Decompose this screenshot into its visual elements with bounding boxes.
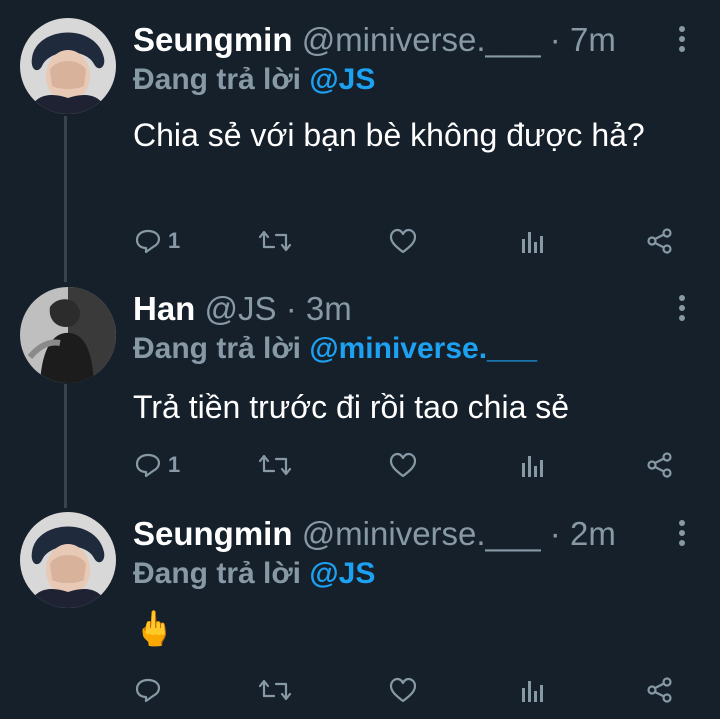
action-bar — [0, 673, 720, 707]
mention-link[interactable]: @JS — [309, 557, 375, 590]
like-button[interactable] — [388, 448, 418, 482]
separator-dot: · — [285, 290, 297, 327]
reply-count: 1 — [168, 228, 181, 253]
action-bar: 1 — [0, 448, 720, 482]
share-icon — [647, 677, 672, 703]
avatar[interactable] — [20, 512, 116, 608]
tweet[interactable]: Seungmin @miniverse.___ · 7m Đang trả lờ… — [0, 18, 720, 268]
share-icon — [647, 228, 672, 254]
like-icon — [389, 228, 417, 254]
timestamp[interactable]: 7m — [570, 21, 616, 58]
more-icon[interactable] — [678, 295, 686, 325]
display-name[interactable]: Seungmin — [133, 21, 293, 58]
timestamp[interactable]: 3m — [306, 290, 352, 327]
reply-context: Đang trả lời @JS — [133, 554, 375, 594]
reply-prefix: Đang trả lời — [133, 557, 302, 590]
mention-link[interactable]: @JS — [309, 63, 375, 96]
analytics-icon — [522, 456, 543, 477]
mention-link[interactable]: @miniverse.___ — [309, 332, 537, 365]
retweet-button[interactable] — [258, 448, 292, 482]
avatar-image — [20, 287, 116, 383]
retweet-icon — [258, 679, 292, 701]
tweet-header: Han @JS · 3m — [133, 287, 352, 331]
reply-button[interactable]: 1 — [134, 224, 180, 258]
action-bar: 1 — [0, 224, 720, 258]
reply-icon — [135, 453, 161, 478]
avatar-image — [20, 512, 116, 608]
analytics-button[interactable] — [520, 448, 546, 482]
like-button[interactable] — [388, 673, 418, 707]
reply-context: Đang trả lời @JS — [133, 60, 375, 100]
like-button[interactable] — [388, 224, 418, 258]
reply-icon — [135, 229, 161, 254]
tweet-text: Trả tiền trước đi rồi tao chia sẻ — [133, 389, 570, 425]
reply-button[interactable] — [134, 673, 168, 707]
like-icon — [389, 677, 417, 703]
reply-button[interactable]: 1 — [134, 448, 180, 482]
reply-context: Đang trả lời @miniverse.___ — [133, 329, 537, 369]
tweet-header: Seungmin @miniverse.___ · 7m — [133, 18, 616, 62]
timestamp[interactable]: 2m — [570, 515, 616, 552]
analytics-button[interactable] — [520, 224, 546, 258]
share-button[interactable] — [646, 673, 674, 707]
user-handle[interactable]: @JS — [205, 290, 277, 327]
reply-prefix: Đang trả lời — [133, 332, 302, 365]
tweet-text: 🖕 — [133, 610, 176, 648]
tweet[interactable]: Seungmin @miniverse.___ · 2m Đang trả lờ… — [0, 512, 720, 719]
tweet[interactable]: Han @JS · 3m Đang trả lời @miniverse.___… — [0, 287, 720, 487]
reply-prefix: Đang trả lời — [133, 63, 302, 96]
more-icon[interactable] — [678, 26, 686, 56]
user-handle[interactable]: @miniverse.___ — [302, 21, 541, 58]
reply-icon — [135, 678, 161, 703]
more-icon[interactable] — [678, 520, 686, 550]
share-button[interactable] — [646, 448, 674, 482]
reply-count: 1 — [168, 452, 181, 477]
tweet-header: Seungmin @miniverse.___ · 2m — [133, 512, 616, 556]
analytics-icon — [522, 681, 543, 702]
user-handle[interactable]: @miniverse.___ — [302, 515, 541, 552]
avatar[interactable] — [20, 287, 116, 383]
avatar-image — [20, 18, 116, 114]
share-button[interactable] — [646, 224, 674, 258]
display-name[interactable]: Han — [133, 290, 195, 327]
share-icon — [647, 452, 672, 478]
separator-dot: · — [549, 21, 561, 58]
analytics-icon — [522, 232, 543, 253]
retweet-button[interactable] — [258, 673, 292, 707]
analytics-button[interactable] — [520, 673, 546, 707]
display-name[interactable]: Seungmin — [133, 515, 293, 552]
tweet-text: Chia sẻ với bạn bè không được hả? — [133, 117, 645, 153]
retweet-icon — [258, 454, 292, 476]
separator-dot: · — [549, 515, 561, 552]
retweet-icon — [258, 230, 292, 252]
like-icon — [389, 452, 417, 478]
retweet-button[interactable] — [258, 224, 292, 258]
avatar[interactable] — [20, 18, 116, 114]
